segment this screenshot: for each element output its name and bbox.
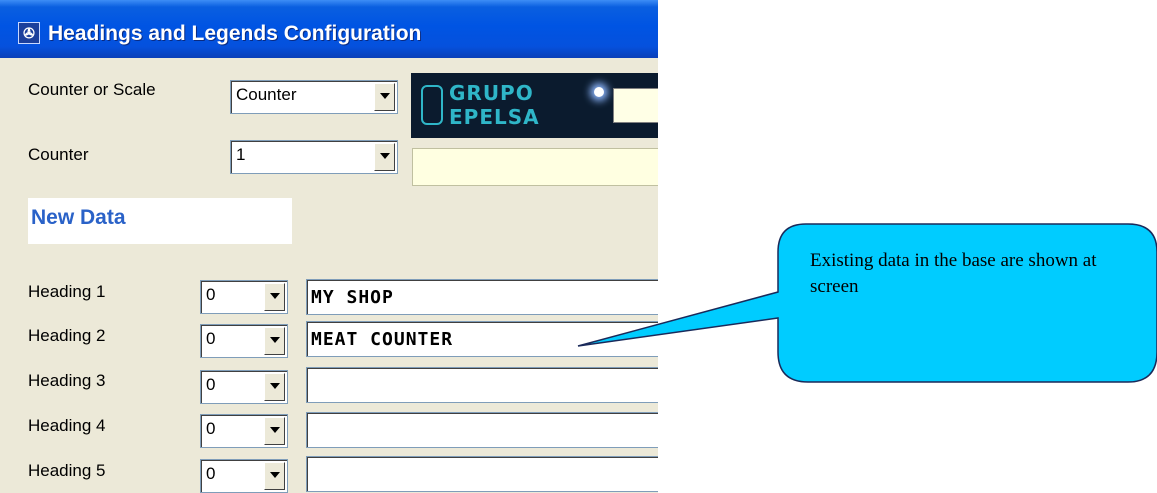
heading-2-value: MEAT COUNTER xyxy=(311,329,454,350)
chevron-down-icon[interactable] xyxy=(374,143,395,171)
configuration-window: ✇ Headings and Legends Configuration Cou… xyxy=(0,0,658,493)
counter-or-scale-select[interactable]: Counter xyxy=(230,80,398,114)
heading-1-select-value: 0 xyxy=(206,285,216,304)
logo-display-box xyxy=(613,88,658,123)
counter-select[interactable]: 1 xyxy=(230,140,398,174)
chevron-down-icon[interactable] xyxy=(264,417,285,445)
heading-5-select-value: 0 xyxy=(206,464,216,483)
heading-5-input[interactable] xyxy=(306,456,658,492)
heading-2-select[interactable]: 0 xyxy=(200,324,288,358)
scale-icon xyxy=(421,85,443,125)
callout-text: Existing data in the base are shown at s… xyxy=(810,250,1097,297)
heading-4-select-value: 0 xyxy=(206,419,216,438)
heading-2-select-value: 0 xyxy=(206,329,216,348)
chevron-down-icon[interactable] xyxy=(264,462,285,490)
title-bar[interactable]: ✇ Headings and Legends Configuration xyxy=(0,0,658,58)
heading-5-label: Heading 5 xyxy=(28,461,106,480)
heading-3-label: Heading 3 xyxy=(28,371,106,390)
heading-5-select[interactable]: 0 xyxy=(200,459,288,493)
heading-1-label: Heading 1 xyxy=(28,282,106,301)
chevron-down-icon[interactable] xyxy=(264,283,285,311)
counter-value: 1 xyxy=(236,145,246,164)
heading-3-select-value: 0 xyxy=(206,375,216,394)
chevron-down-icon[interactable] xyxy=(264,327,285,355)
chevron-down-icon[interactable] xyxy=(374,83,395,111)
app-icon[interactable]: ✇ xyxy=(18,22,40,44)
heading-1-select[interactable]: 0 xyxy=(200,280,288,314)
chevron-down-icon[interactable] xyxy=(264,373,285,401)
heading-3-select[interactable]: 0 xyxy=(200,370,288,404)
sparkle-icon xyxy=(594,87,604,97)
new-data-panel: New Data xyxy=(28,198,292,244)
heading-4-label: Heading 4 xyxy=(28,416,106,435)
heading-3-input[interactable] xyxy=(306,367,658,403)
heading-1-input[interactable]: MY SHOP xyxy=(306,279,658,315)
heading-2-label: Heading 2 xyxy=(28,326,106,345)
logo-text: GRUPO EPELSA xyxy=(449,81,540,129)
heading-1-value: MY SHOP xyxy=(311,287,394,308)
heading-2-input[interactable]: MEAT COUNTER xyxy=(306,321,658,357)
counter-label: Counter xyxy=(28,145,89,164)
new-data-label: New Data xyxy=(31,206,126,229)
heading-4-input[interactable] xyxy=(306,412,658,448)
counter-or-scale-label: Counter or Scale xyxy=(28,80,156,99)
heading-4-select[interactable]: 0 xyxy=(200,414,288,448)
grupo-epelsa-logo: GRUPO EPELSA xyxy=(411,73,658,138)
info-panel xyxy=(412,148,658,186)
window-title: Headings and Legends Configuration xyxy=(48,22,422,45)
counter-or-scale-value: Counter xyxy=(236,85,297,104)
